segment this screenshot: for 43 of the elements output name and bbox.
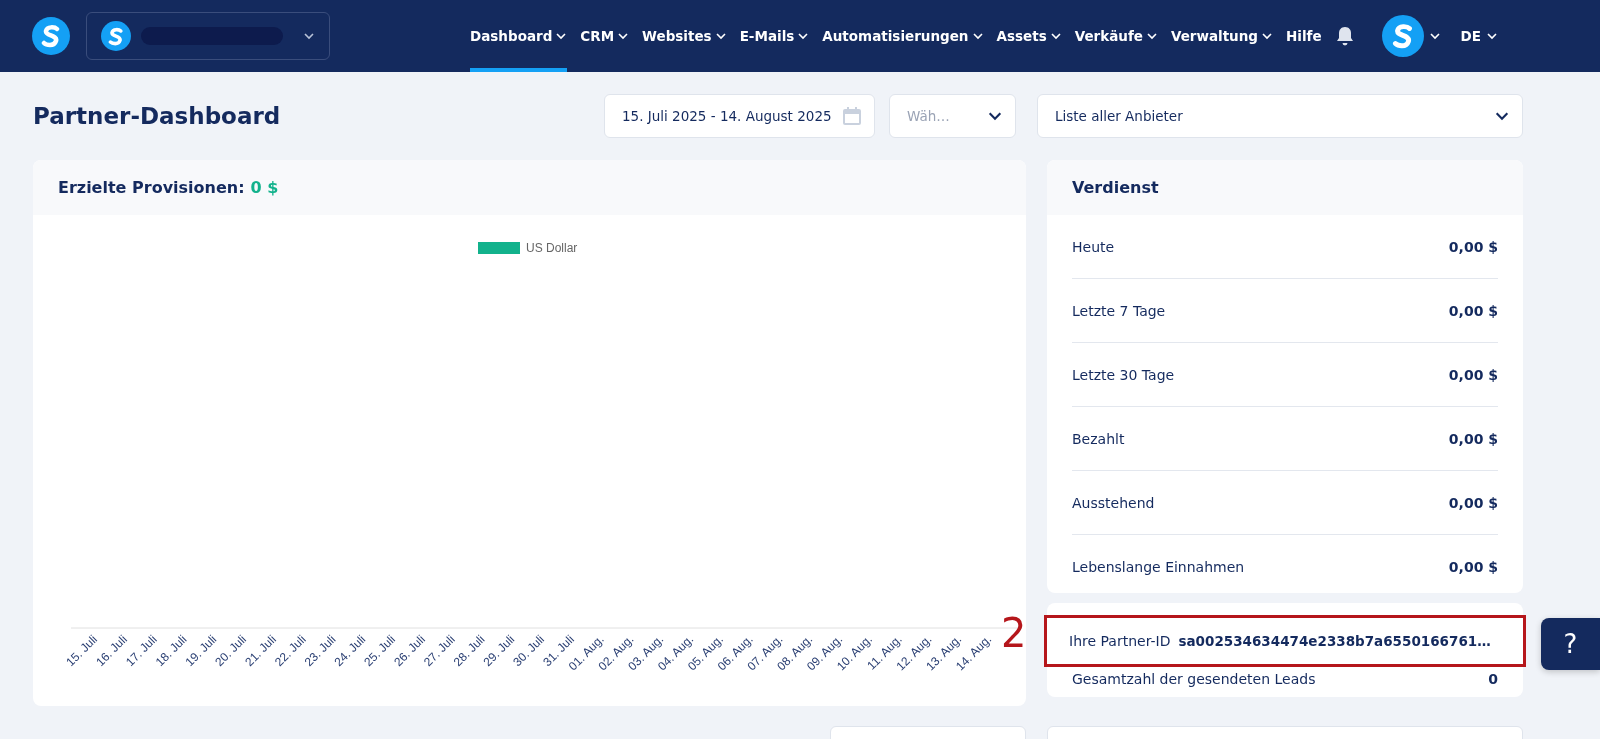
bell-icon[interactable] — [1335, 26, 1354, 46]
chevron-down-icon — [1428, 30, 1441, 42]
earnings-label: Ausstehend — [1072, 494, 1155, 511]
earnings-value: 0,00 $ — [1448, 430, 1498, 447]
nav-item[interactable]: Dashboard — [470, 0, 568, 72]
nav-item[interactable]: Verwaltung — [1170, 0, 1273, 72]
earnings-title: Verdienst — [1047, 160, 1523, 215]
commissions-label: Erzielte Provisionen: 0 $ — [58, 178, 279, 197]
legend-label: US Dollar — [526, 241, 578, 255]
leads-value: 0 — [1488, 671, 1498, 687]
nav-item[interactable]: Verkäufe — [1074, 0, 1158, 72]
earnings-value: 0,00 $ — [1448, 366, 1498, 383]
date-range-picker[interactable]: 15. Juli 2025 - 14. August 2025 — [604, 94, 875, 138]
nav-item[interactable]: E-Mails — [739, 0, 810, 72]
chevron-down-icon — [1486, 30, 1499, 42]
earnings-value: 0,00 $ — [1448, 302, 1498, 319]
earnings-label: Letzte 30 Tage — [1072, 366, 1175, 383]
workspace-logo — [101, 21, 131, 51]
earnings-label: Heute — [1072, 238, 1115, 255]
leads-label: Gesamtzahl der gesendeten Leads — [1072, 671, 1316, 687]
chevron-down-icon — [303, 30, 315, 42]
calendar-icon — [842, 106, 862, 126]
partner-id-value: sa002534634474e2338b7a6550166761… — [1178, 633, 1491, 649]
avatar[interactable] — [1381, 15, 1424, 57]
nav-item[interactable]: Websites — [642, 0, 727, 72]
nav-item[interactable]: Hilfe — [1286, 0, 1322, 72]
logo[interactable] — [32, 17, 70, 55]
nav-item[interactable]: Automatisierungen — [822, 0, 984, 72]
vendor-dropdown[interactable]: Liste aller Anbieter — [1037, 94, 1523, 138]
earnings-label: Bezahlt — [1072, 430, 1125, 447]
earnings-value: 0,00 $ — [1448, 494, 1498, 511]
annotation-number: 2 — [1001, 610, 1027, 656]
earnings-value: 0,00 $ — [1448, 238, 1498, 255]
nav-item[interactable]: Assets — [996, 0, 1062, 72]
language-selector[interactable]: DE — [1460, 28, 1482, 44]
earnings-label: Letzte 7 Tage — [1072, 302, 1166, 319]
earnings-label: Lebenslange Einnahmen — [1072, 559, 1245, 575]
workspace-selector[interactable] — [86, 12, 330, 60]
partner-id-label: Ihre Partner-ID — [1069, 633, 1171, 649]
help-button[interactable]: ? — [1541, 618, 1600, 670]
page-title: Partner-Dashboard — [33, 103, 282, 129]
earnings-value: 0,00 $ — [1448, 559, 1498, 575]
nav-item[interactable]: CRM — [580, 0, 630, 72]
